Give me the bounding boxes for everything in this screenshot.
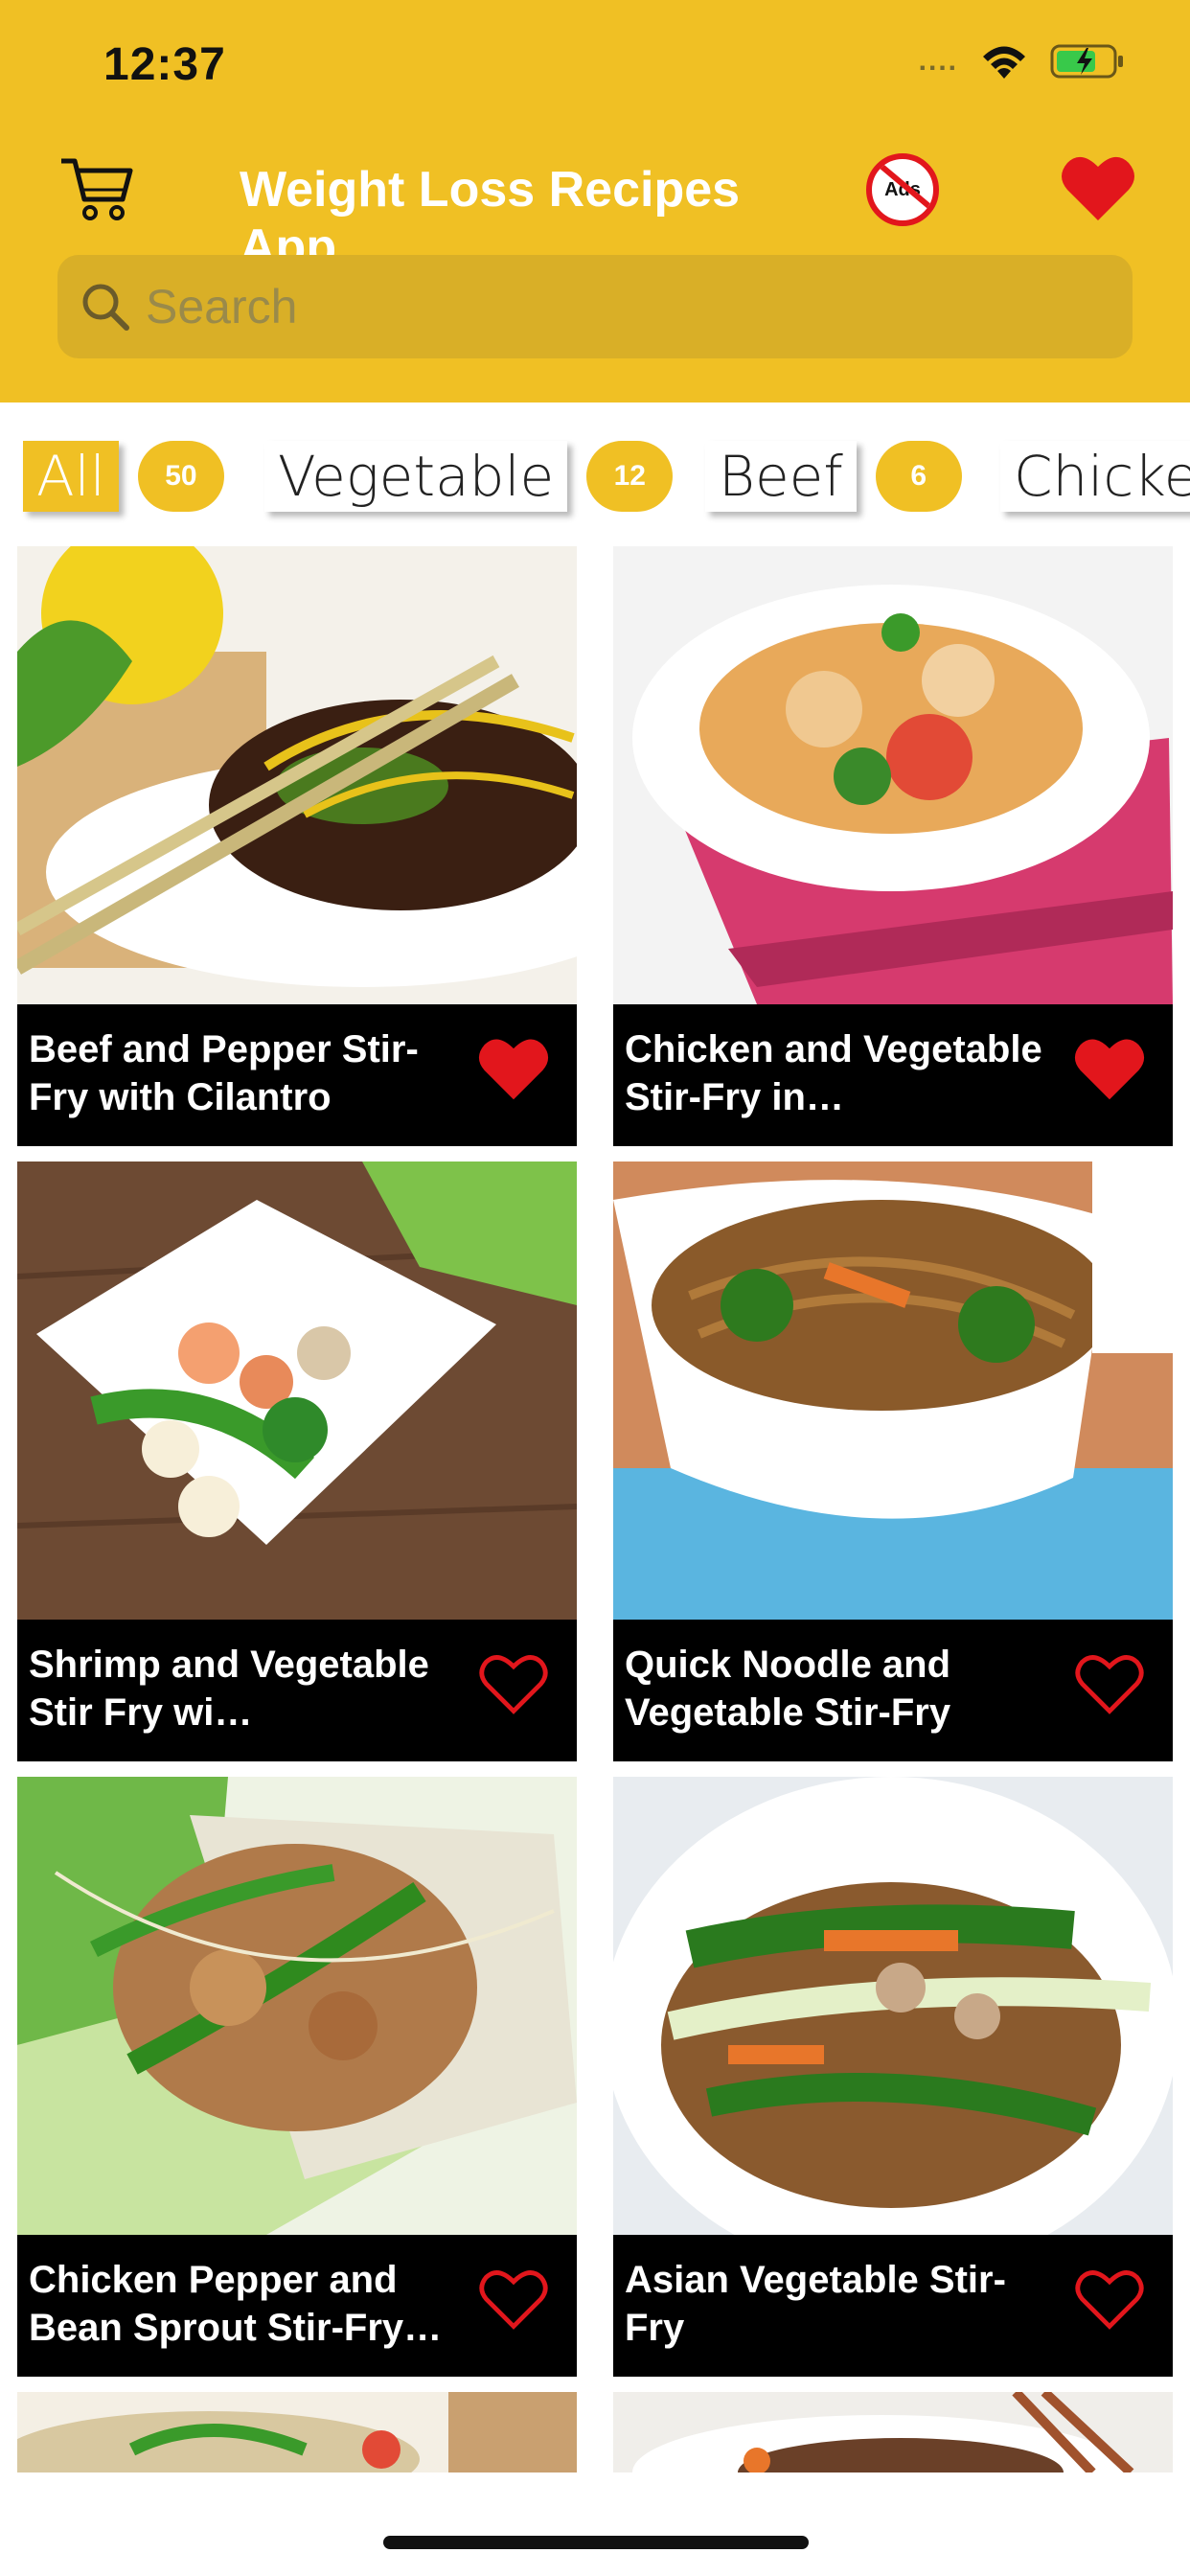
- heart-outline-icon[interactable]: [1073, 2266, 1146, 2333]
- recipe-card[interactable]: [613, 2392, 1173, 2472]
- category-label: Vegetable: [264, 441, 568, 512]
- heart-outline-icon[interactable]: [477, 1650, 550, 1717]
- recipe-image: [613, 546, 1173, 1004]
- app-header: 12:37 .... Weight Loss Recipes App Ads: [0, 0, 1190, 402]
- status-icons: ....: [919, 42, 1127, 80]
- recipe-title: Chicken and Vegetable Stir-Fry in…: [625, 1028, 1042, 1118]
- category-label: Beef: [705, 441, 857, 512]
- recipe-title: Quick Noodle and Vegetable Stir-Fry: [625, 1644, 951, 1734]
- cart-icon: [61, 158, 133, 220]
- recipe-image: [17, 1162, 577, 1620]
- favorites-button[interactable]: [1060, 153, 1136, 222]
- category-count-badge: 12: [586, 441, 674, 512]
- category-beef[interactable]: Beef 6: [705, 439, 962, 514]
- heart-outline-icon[interactable]: [1073, 1650, 1146, 1717]
- category-label: Chicken: [1000, 441, 1190, 512]
- recipe-card[interactable]: Chicken Pepper and Bean Sprout Stir-Fry…: [17, 1777, 577, 2377]
- remove-ads-button[interactable]: Ads: [866, 153, 939, 226]
- category-vegetable[interactable]: Vegetable 12: [264, 439, 674, 514]
- recipe-image: [613, 2392, 1173, 2472]
- recipe-card[interactable]: Asian Vegetable Stir-Fry: [613, 1777, 1173, 2377]
- cart-button[interactable]: [59, 155, 136, 222]
- recipe-title: Beef and Pepper Stir-Fry with Cilantro: [29, 1028, 419, 1118]
- search-input[interactable]: [146, 279, 1085, 334]
- battery-icon: [1050, 44, 1123, 79]
- wifi-icon: [983, 46, 1025, 79]
- recipe-image: [17, 546, 577, 1004]
- heart-icon[interactable]: [477, 1035, 550, 1102]
- recipe-title: Chicken Pepper and Bean Sprout Stir-Fry…: [29, 2259, 443, 2349]
- recipe-image: [17, 2392, 577, 2472]
- category-bar: All 50 Vegetable 12 Beef 6 Chicken: [0, 402, 1190, 546]
- home-indicator[interactable]: [383, 2536, 809, 2549]
- recipe-card[interactable]: Quick Noodle and Vegetable Stir-Fry: [613, 1162, 1173, 1761]
- recipe-image: [17, 1777, 577, 2235]
- category-count-badge: 6: [875, 441, 962, 512]
- search-icon: [82, 284, 129, 331]
- status-time: 12:37: [103, 39, 226, 90]
- heart-outline-icon[interactable]: [477, 2266, 550, 2333]
- recipe-card[interactable]: Beef and Pepper Stir-Fry with Cilantro: [17, 546, 577, 1146]
- recipe-image: [613, 1162, 1173, 1620]
- category-count-badge: 50: [137, 441, 224, 512]
- recipe-card[interactable]: Chicken and Vegetable Stir-Fry in…: [613, 546, 1173, 1146]
- heart-icon: [1062, 156, 1134, 220]
- recipe-card[interactable]: [17, 2392, 577, 2472]
- category-label: All: [23, 441, 119, 512]
- recipe-title: Shrimp and Vegetable Stir Fry wi…: [29, 1644, 429, 1734]
- category-chicken[interactable]: Chicken: [1000, 439, 1190, 514]
- recipe-card[interactable]: Shrimp and Vegetable Stir Fry wi…: [17, 1162, 577, 1761]
- recipe-image: [613, 1777, 1173, 2235]
- search-bar[interactable]: [57, 255, 1133, 358]
- recipe-title: Asian Vegetable Stir-Fry: [625, 2259, 1006, 2349]
- category-all[interactable]: All 50: [23, 439, 224, 514]
- cellular-signal-icon: ....: [918, 45, 958, 77]
- heart-icon[interactable]: [1073, 1035, 1146, 1102]
